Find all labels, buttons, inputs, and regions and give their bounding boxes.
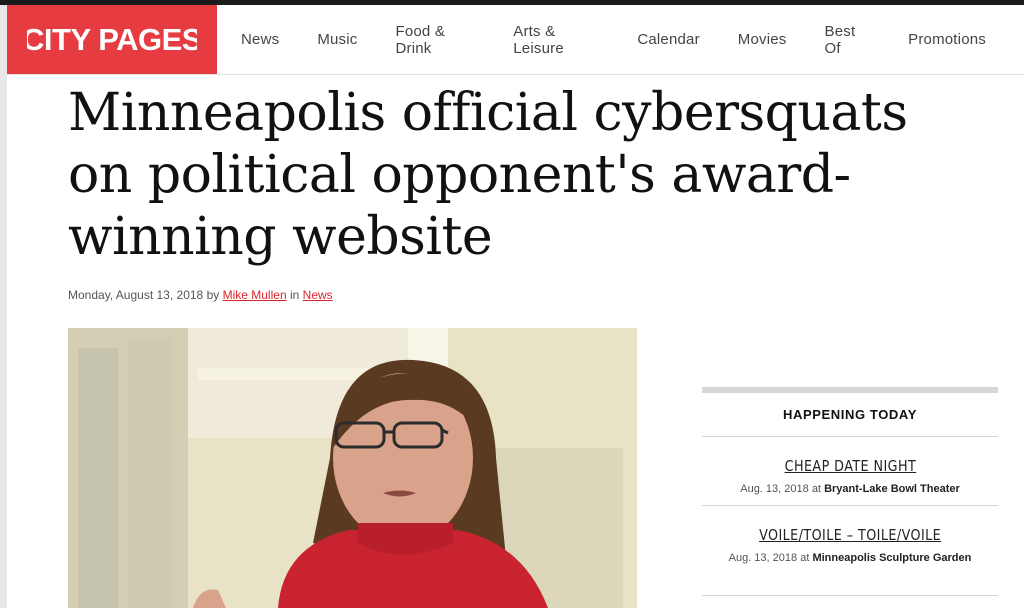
nav-arts-leisure[interactable]: Arts & Leisure [513, 23, 599, 57]
nav-calendar[interactable]: Calendar [637, 31, 699, 48]
article-photo [68, 328, 637, 608]
event-venue[interactable]: Minneapolis Sculpture Garden [812, 552, 971, 564]
event-title-link[interactable]: VOILE/TOILE – TOILE/VOILE [759, 526, 941, 544]
nav-best-of[interactable]: Best Of [825, 23, 871, 57]
section-link[interactable]: News [303, 288, 333, 302]
event-venue[interactable]: Bryant-Lake Bowl Theater [824, 483, 960, 495]
logo-text: CITY PAGES [27, 22, 197, 57]
site-logo[interactable]: CITY PAGES [7, 5, 217, 74]
nav-food-drink[interactable]: Food & Drink [395, 23, 475, 57]
article-byline: Monday, August 13, 2018 by Mike Mullen i… [68, 288, 333, 302]
event-item: CHEAP DATE NIGHT Aug. 13, 2018 at Bryant… [702, 437, 998, 506]
event-date: Aug. 13, 2018 [728, 552, 798, 564]
main-nav: News Music Food & Drink Arts & Leisure C… [241, 5, 1024, 74]
nav-promotions[interactable]: Promotions [908, 31, 986, 48]
city-pages-logo: CITY PAGES [27, 22, 197, 57]
event-item: VOILE/TOILE – TOILE/VOILE Aug. 13, 2018 … [702, 506, 998, 596]
site-header: CITY PAGES News Music Food & Drink Arts … [7, 5, 1024, 75]
page-edge [0, 5, 7, 608]
article-headline: Minneapolis official cybersquats on poli… [68, 83, 908, 267]
event-title-link[interactable]: CHEAP DATE NIGHT [784, 457, 916, 475]
nav-news[interactable]: News [241, 31, 279, 48]
event-at: at [811, 483, 821, 495]
event-date: Aug. 13, 2018 [740, 483, 809, 495]
event-meta: Aug. 13, 2018 at Minneapolis Sculpture G… [702, 552, 998, 564]
nav-movies[interactable]: Movies [738, 31, 787, 48]
event-meta: Aug. 13, 2018 at Bryant-Lake Bowl Theate… [702, 483, 998, 495]
photo-illustration [68, 328, 637, 608]
widget-title: HAPPENING TODAY [702, 393, 998, 437]
happening-today-widget: HAPPENING TODAY CHEAP DATE NIGHT Aug. 13… [702, 387, 998, 596]
byline-by: by [206, 288, 220, 302]
nav-music[interactable]: Music [317, 31, 357, 48]
author-link[interactable]: Mike Mullen [223, 288, 287, 302]
article-date: Monday, August 13, 2018 [68, 288, 204, 302]
byline-in: in [289, 288, 300, 302]
event-at: at [800, 552, 810, 564]
